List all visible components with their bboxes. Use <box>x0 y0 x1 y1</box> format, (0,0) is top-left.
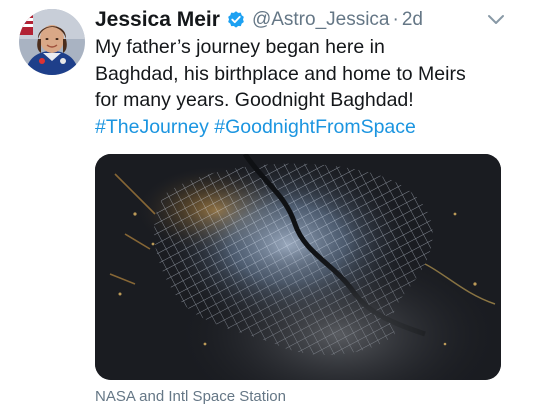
hashtag-link[interactable]: #TheJourney <box>95 116 209 138</box>
tweet-text: My father’s journey began here in Baghda… <box>95 34 535 140</box>
tweet-header: Jessica Meir @Astro_Jessica · 2d <box>95 4 423 36</box>
tweet-timestamp[interactable]: 2d <box>402 9 423 31</box>
tweet-media-photo[interactable] <box>95 154 501 380</box>
media-caption: NASA and Intl Space Station <box>95 388 286 405</box>
astronaut-avatar-image <box>19 9 85 75</box>
header-separator: · <box>392 9 399 30</box>
avatar[interactable] <box>19 9 85 75</box>
tweet-text-line: My father’s journey began here in <box>95 36 385 58</box>
night-city-photo <box>95 154 501 380</box>
chevron-down-icon <box>488 15 504 24</box>
tweet-text-line: Baghdad, his birthplace and home to Meir… <box>95 62 466 85</box>
tweet[interactable]: Jessica Meir @Astro_Jessica · 2d My fath… <box>0 0 550 405</box>
author-handle[interactable]: @Astro_Jessica <box>252 9 390 31</box>
verified-badge-icon <box>226 10 246 30</box>
author-display-name[interactable]: Jessica Meir <box>95 8 220 32</box>
hashtag-line: #TheJourney #GoodnightFromSpace <box>95 114 535 141</box>
tweet-menu-button[interactable] <box>484 10 508 30</box>
hashtag-link[interactable]: #GoodnightFromSpace <box>214 116 416 138</box>
tweet-text-line: for many years. Goodnight Baghdad! <box>95 89 414 111</box>
